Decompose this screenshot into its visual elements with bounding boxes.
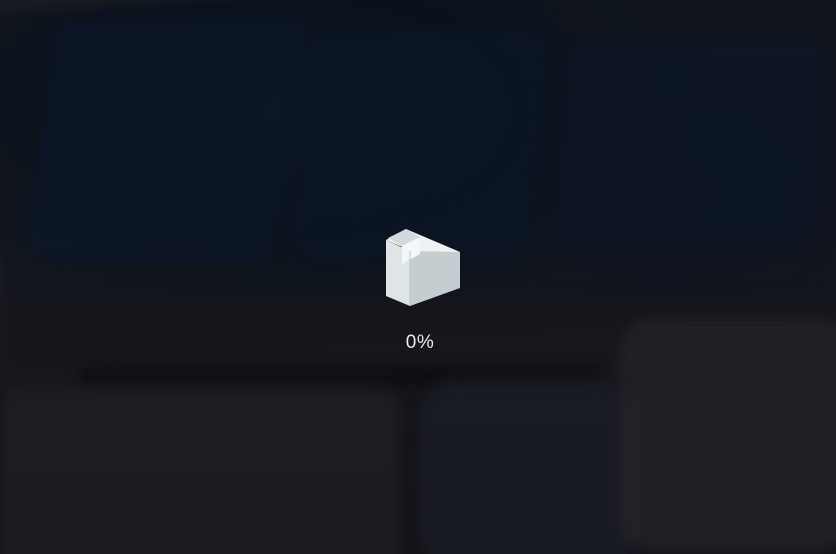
loading-indicator: 0% [378, 226, 462, 358]
loading-cube-icon [386, 229, 460, 306]
loading-screen: 0% [0, 0, 836, 554]
progress-percent-label: 0% [405, 332, 435, 353]
